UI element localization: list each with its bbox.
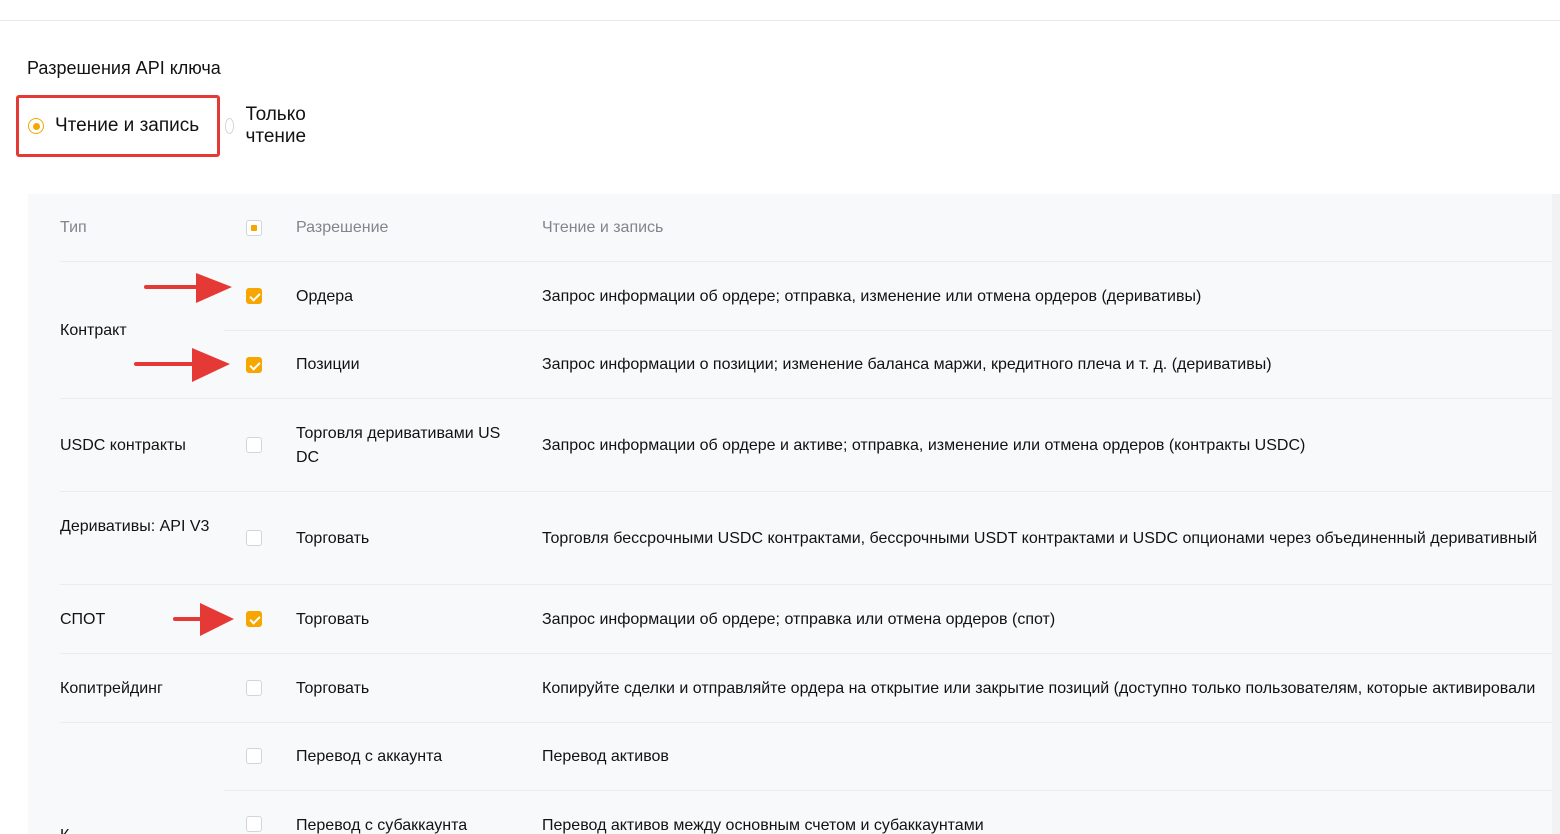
radio-read-only-label: Только чтение (245, 104, 307, 147)
description-usdc-derivatives: Запрос информации об ордере и активе; от… (542, 437, 1306, 454)
description-orders: Запрос информации об ордере; отправка, и… (542, 288, 1202, 305)
description-positions: Запрос информации о позиции; изменение б… (542, 356, 1272, 373)
header-type: Тип (60, 219, 87, 236)
checkbox-spot-trade[interactable] (246, 611, 262, 627)
permission-subaccount-transfer: Перевод с субаккаунта (296, 817, 468, 834)
row-divider (60, 261, 1560, 262)
permission-account-transfer: Перевод с аккаунта (296, 748, 443, 765)
table-scrollbar[interactable] (1552, 194, 1560, 834)
radio-unchecked-icon[interactable] (225, 118, 235, 134)
description-copytrading-trade: Копируйте сделки и отправляйте ордера на… (542, 680, 1536, 697)
radio-read-only[interactable]: Только чтение (225, 95, 313, 157)
annotation-arrow-icon (134, 348, 230, 382)
row-type-usdc-contracts: USDC контракты (60, 437, 186, 454)
header-select-all-checkbox[interactable] (246, 220, 262, 236)
permission-usdc-derivatives: Торговля деривативами USDC (296, 425, 501, 466)
row-type-spot: СПОТ (60, 611, 106, 628)
description-spot-trade: Запрос информации об ордере; отправка ил… (542, 611, 1056, 628)
row-type-contract: Контракт (60, 322, 127, 339)
row-type-transfers: К (60, 824, 69, 834)
permission-copytrading-trade: Торговать (296, 680, 370, 697)
permission-spot-trade: Торговать (296, 611, 370, 628)
annotation-arrow-icon (173, 603, 234, 636)
row-divider (60, 722, 1560, 723)
header-permission: Разрешение (296, 219, 389, 236)
permissions-table: Тип Разрешение Чтение и запись Контракт … (28, 194, 1560, 834)
permission-derivatives-api-v3-trade: Торговать (296, 530, 370, 547)
checkbox-subaccount-transfer[interactable] (246, 816, 262, 832)
row-divider (60, 491, 1560, 492)
checkbox-account-transfer[interactable] (246, 748, 262, 764)
row-divider (60, 398, 1560, 399)
checkbox-positions[interactable] (246, 357, 262, 373)
row-divider (224, 790, 1560, 791)
checkbox-copytrading-trade[interactable] (246, 680, 262, 696)
top-divider (0, 20, 1560, 21)
radio-read-write-label: Чтение и запись (55, 115, 200, 136)
annotation-arrow-icon (144, 273, 232, 303)
row-divider (224, 330, 1560, 331)
description-derivatives-api-v3-trade: Торговля бессрочными USDC контрактами, б… (542, 530, 1538, 547)
description-subaccount-transfer: Перевод активов между основным счетом и … (542, 817, 984, 834)
header-description: Чтение и запись (542, 219, 664, 236)
row-divider (60, 584, 1560, 585)
radio-read-write[interactable]: Чтение и запись (16, 95, 220, 157)
radio-checked-icon[interactable] (28, 118, 44, 134)
permission-orders: Ордера (296, 288, 354, 305)
section-title: Разрешения API ключа (27, 58, 221, 78)
permission-positions: Позиции (296, 356, 360, 373)
row-type-copytrading: Копитрейдинг (60, 680, 163, 697)
description-account-transfer: Перевод активов (542, 748, 669, 765)
checkbox-orders[interactable] (246, 288, 262, 304)
checkbox-usdc-derivatives[interactable] (246, 437, 262, 453)
row-type-derivatives-api-v3: Деривативы: API V3 (60, 518, 210, 535)
checkbox-derivatives-api-v3-trade[interactable] (246, 530, 262, 546)
row-divider (60, 653, 1560, 654)
